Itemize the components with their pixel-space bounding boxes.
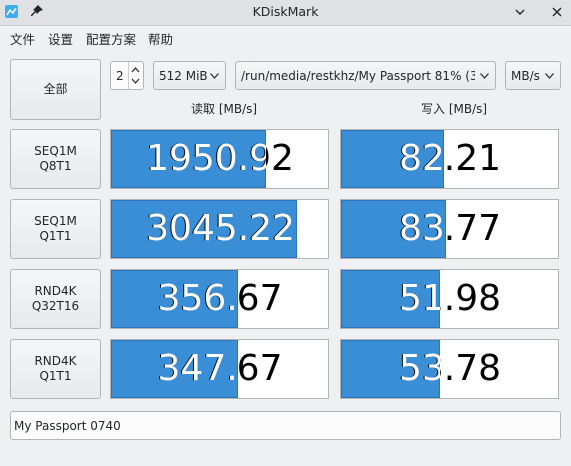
write-result-2: 51.9851.98 xyxy=(340,269,559,329)
read-value-highlight: 347.67 xyxy=(157,348,238,389)
comment-text: My Passport 0740 xyxy=(14,419,121,433)
test-button-1[interactable]: SEQ1M Q1T1 xyxy=(10,199,101,259)
read-result-0: 1950.921950.92 xyxy=(110,129,329,189)
write-result-1: 83.7783.77 xyxy=(340,199,559,259)
comment-input[interactable]: My Passport 0740 xyxy=(10,411,561,440)
loops-spinbox[interactable]: 2 xyxy=(110,61,144,90)
run-all-button[interactable]: 全部 xyxy=(10,59,101,120)
window-title: KDiskMark xyxy=(252,4,319,19)
menu-settings[interactable]: 设置 xyxy=(48,29,73,48)
write-value-highlight: 83.77 xyxy=(398,208,446,249)
title-bar[interactable]: KDiskMark xyxy=(0,0,571,26)
loops-value: 2 xyxy=(116,69,124,83)
write-value-overlay: 53.78 xyxy=(341,340,440,398)
chevron-down-icon[interactable] xyxy=(512,4,528,20)
unit-value: MB/s xyxy=(511,69,540,83)
test-button-2[interactable]: RND4K Q32T16 xyxy=(10,269,101,329)
menu-help[interactable]: 帮助 xyxy=(148,29,173,48)
device-select[interactable]: /run/media/restkhz/My Passport 81% (379. xyxy=(235,61,496,90)
size-select[interactable]: 512 MiB xyxy=(153,61,226,90)
close-icon[interactable] xyxy=(549,4,565,20)
read-value-overlay: 347.67 xyxy=(111,340,238,398)
chevron-down-icon xyxy=(545,73,554,79)
test-button-3[interactable]: RND4K Q1T1 xyxy=(10,339,101,399)
write-value-highlight: 53.78 xyxy=(398,348,440,389)
read-header: 读取 [MB/s] xyxy=(191,102,258,116)
read-value-highlight: 356.67 xyxy=(157,278,238,319)
read-value-highlight: 3045.22 xyxy=(146,208,295,249)
read-result-1: 3045.22 3045.22 xyxy=(110,199,329,259)
read-value-overlay: 3045.22 xyxy=(111,200,297,258)
write-result-3: 53.7853.78 xyxy=(340,339,559,399)
test-button-0[interactable]: SEQ1M Q8T1 xyxy=(10,129,101,189)
menu-file[interactable]: 文件 xyxy=(10,29,35,48)
write-header: 写入 [MB/s] xyxy=(421,102,488,116)
write-value-highlight: 82.21 xyxy=(398,138,444,179)
chevron-down-icon xyxy=(210,73,219,79)
read-result-3: 347.67347.67 xyxy=(110,339,329,399)
spin-arrows-icon xyxy=(131,67,140,84)
read-value-overlay: 356.67 xyxy=(111,270,238,328)
read-value-highlight: 1950.92 xyxy=(146,138,266,179)
read-result-2: 356.67356.67 xyxy=(110,269,329,329)
write-value-overlay: 51.98 xyxy=(341,270,440,328)
device-value: /run/media/restkhz/My Passport 81% (379. xyxy=(241,69,475,83)
write-result-0: 82.2182.21 xyxy=(340,129,559,189)
read-value-overlay: 1950.92 xyxy=(111,130,266,188)
size-value: 512 MiB xyxy=(159,69,208,83)
write-value-highlight: 51.98 xyxy=(398,278,440,319)
unit-select[interactable]: MB/s xyxy=(505,61,561,90)
menu-profiles[interactable]: 配置方案 xyxy=(86,29,136,48)
write-value-overlay: 82.21 xyxy=(341,130,444,188)
menu-bar: 文件 设置 配置方案 帮助 xyxy=(0,26,571,48)
chevron-down-icon xyxy=(480,73,489,79)
spin-arrows[interactable] xyxy=(128,62,143,89)
write-value-overlay: 83.77 xyxy=(341,200,446,258)
